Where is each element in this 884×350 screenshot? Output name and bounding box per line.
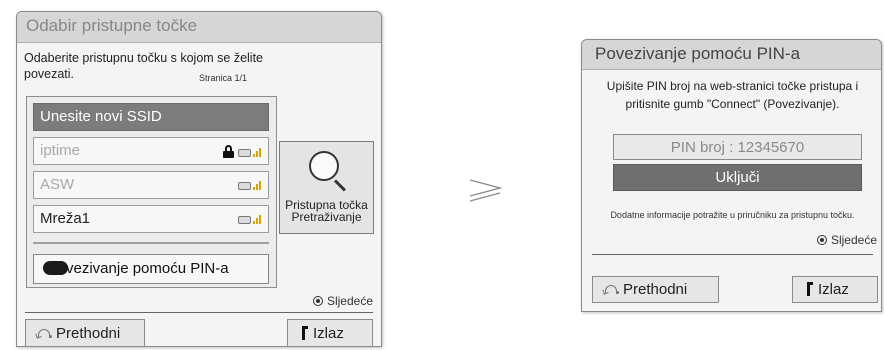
redaction-mark [43, 261, 68, 275]
next-step-arrow-icon [467, 177, 505, 208]
access-point-item[interactable]: ASW [33, 171, 269, 199]
help-note: Dodatne informacije potražite u priručni… [610, 210, 855, 220]
dialog-title: Povezivanje pomoću PIN-a [582, 40, 881, 70]
next-hint[interactable]: Sljedeće [816, 233, 877, 247]
access-point-search-button[interactable]: Pristupna točka Pretraživanje [279, 141, 374, 234]
back-icon [35, 328, 52, 339]
new-ssid-label: Unesite novi SSID [40, 108, 162, 125]
access-point-name: Mreža1 [40, 210, 91, 227]
next-label: Sljedeće [326, 294, 373, 308]
exit-label: Izlaz [313, 325, 344, 342]
access-point-item[interactable]: Mreža1 [33, 205, 269, 233]
access-point-list: Unesite novi SSID iptime ASW Mreža1 vezi… [26, 96, 277, 288]
footer-divider [25, 312, 373, 313]
lock-icon [223, 145, 234, 158]
magnifier-icon [303, 149, 351, 193]
dialog-title: Odabir pristupne točke [17, 12, 381, 43]
connect-button[interactable]: Uključi [613, 164, 862, 191]
access-point-name: ASW [40, 176, 75, 193]
access-point-item[interactable]: iptime [33, 137, 269, 165]
pin-connect-button[interactable]: vezivanje pomoću PIN-a [33, 254, 269, 284]
ok-button-icon [816, 235, 827, 245]
exit-label: Izlaz [818, 281, 849, 298]
exit-icon [302, 326, 308, 340]
back-button[interactable]: Prethodni [25, 319, 145, 347]
pin-number-display: PIN broj : 12345670 [613, 134, 862, 160]
select-access-point-dialog: Odabir pristupne točke Odaberite pristup… [16, 11, 382, 347]
instruction-line1: Upišite PIN broj na web-stranici točke p… [606, 79, 859, 93]
pin-instructions: Upišite PIN broj na web-stranici točke p… [586, 77, 879, 113]
back-label: Prethodni [623, 281, 688, 298]
instruction-line2: pritisnite gumb "Connect" (Povezivanje). [625, 97, 840, 111]
exit-button[interactable]: Izlaz [792, 276, 878, 303]
back-button[interactable]: Prethodni [592, 276, 719, 303]
list-divider [33, 242, 269, 244]
back-icon [602, 284, 619, 295]
search-label-line2: Pretraživanje [291, 210, 362, 224]
router-signal-icon [238, 179, 262, 191]
back-label: Prethodni [56, 325, 121, 342]
footer-divider [592, 254, 873, 255]
pin-connection-dialog: Povezivanje pomoću PIN-a Upišite PIN bro… [581, 39, 882, 312]
next-hint[interactable]: Sljedeće [312, 294, 373, 308]
page-indicator: Stranica 1/1 [199, 73, 248, 83]
exit-icon [807, 282, 813, 296]
router-signal-icon [238, 213, 262, 225]
ok-button-icon [312, 296, 323, 306]
new-ssid-item[interactable]: Unesite novi SSID [33, 103, 269, 131]
next-label: Sljedeće [830, 233, 877, 247]
pin-connect-label: vezivanje pomoću PIN-a [66, 260, 229, 277]
access-point-name: iptime [40, 142, 81, 159]
router-signal-icon [238, 146, 262, 158]
exit-button[interactable]: Izlaz [287, 319, 373, 347]
